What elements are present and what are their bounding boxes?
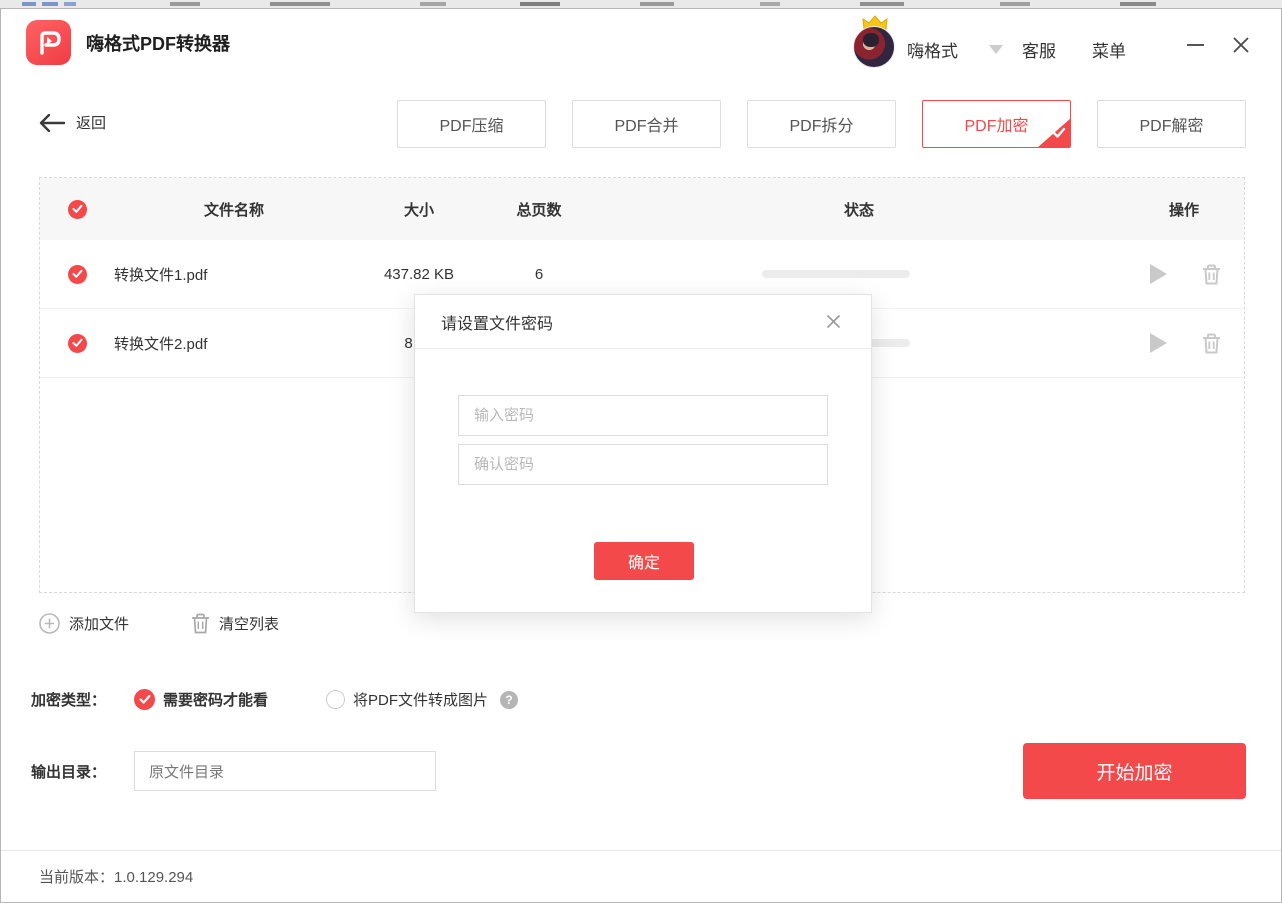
select-all-checkbox[interactable]: [68, 200, 87, 219]
progress-bar: [762, 270, 910, 278]
modal-ok-button[interactable]: 确定: [594, 542, 694, 580]
output-dir-label: 输出目录：: [31, 761, 106, 782]
modal-close-icon: [826, 314, 841, 329]
trash-icon: [191, 613, 210, 634]
row-checkbox[interactable]: [68, 334, 87, 353]
version-text: 当前版本：1.0.129.294: [39, 866, 193, 887]
radio-checked-icon: [134, 689, 155, 710]
option-password-required-label: 需要密码才能看: [163, 689, 268, 710]
file-pages: 6: [484, 266, 594, 283]
radio-unchecked-icon: [326, 690, 345, 709]
delete-button[interactable]: [1202, 264, 1221, 285]
add-file-button[interactable]: 添加文件: [39, 613, 129, 634]
background-window-sliver: [0, 0, 1282, 8]
start-encrypt-button[interactable]: 开始加密: [1023, 743, 1246, 799]
header-size: 大小: [354, 199, 484, 220]
clear-list-button[interactable]: 清空列表: [191, 613, 279, 634]
option-password-required[interactable]: 需要密码才能看: [134, 689, 268, 710]
clear-list-label: 清空列表: [219, 613, 279, 634]
selected-corner-check-icon: [1037, 118, 1071, 148]
menu-link[interactable]: 菜单: [1092, 37, 1126, 62]
encrypt-type-label: 加密类型：: [31, 689, 106, 710]
tab-pdf-compress[interactable]: PDF压缩: [397, 100, 546, 148]
set-password-modal: 请设置文件密码 确定: [414, 294, 872, 613]
header-actions: 操作: [1124, 199, 1244, 220]
app-logo-icon: [26, 20, 71, 65]
play-button[interactable]: [1148, 332, 1168, 354]
file-name: 转换文件2.pdf: [114, 333, 354, 354]
file-size: 437.82 KB: [354, 266, 484, 283]
account-chevron-down-icon[interactable]: [989, 45, 1003, 54]
footer: 当前版本：1.0.129.294: [1, 850, 1281, 902]
option-convert-to-image-label: 将PDF文件转成图片: [353, 689, 488, 710]
password-input[interactable]: [458, 395, 828, 436]
username-label[interactable]: 嗨格式: [907, 37, 958, 62]
header-pages: 总页数: [484, 199, 594, 220]
tab-pdf-merge[interactable]: PDF合并: [572, 100, 721, 148]
minimize-button[interactable]: [1179, 31, 1211, 59]
customer-service-link[interactable]: 客服: [1022, 37, 1056, 62]
user-avatar[interactable]: [853, 22, 897, 66]
tab-pdf-encrypt[interactable]: PDF加密: [922, 100, 1071, 148]
tab-pdf-split[interactable]: PDF拆分: [747, 100, 896, 148]
modal-close-button[interactable]: [821, 310, 845, 334]
back-arrow-icon: [39, 114, 65, 132]
output-dir-select[interactable]: 原文件目录: [134, 751, 436, 791]
modal-title: 请设置文件密码: [441, 310, 553, 334]
help-icon[interactable]: ?: [500, 691, 518, 709]
close-icon: [1232, 36, 1250, 54]
close-button[interactable]: [1225, 31, 1257, 59]
header-status: 状态: [594, 199, 1124, 220]
tab-pdf-decrypt[interactable]: PDF解密: [1097, 100, 1246, 148]
file-name: 转换文件1.pdf: [114, 264, 354, 285]
back-button[interactable]: 返回: [39, 112, 106, 133]
back-label: 返回: [76, 112, 106, 133]
plus-circle-icon: [39, 613, 60, 634]
play-button[interactable]: [1148, 263, 1168, 285]
add-file-label: 添加文件: [69, 613, 129, 634]
row-checkbox[interactable]: [68, 265, 87, 284]
option-convert-to-image[interactable]: 将PDF文件转成图片 ?: [326, 689, 518, 710]
app-window: 嗨格式PDF转换器 嗨格式 客服 菜单 返回 PDF压缩 PDF合并 PDF拆分…: [0, 8, 1282, 903]
delete-button[interactable]: [1202, 333, 1221, 354]
titlebar: 嗨格式PDF转换器 嗨格式 客服 菜单: [1, 9, 1281, 75]
output-dir-value: 原文件目录: [149, 761, 224, 782]
minimize-icon: [1187, 44, 1204, 46]
confirm-password-input[interactable]: [458, 444, 828, 485]
tab-pdf-encrypt-label: PDF加密: [964, 112, 1028, 136]
header-file-name: 文件名称: [114, 199, 354, 220]
table-header-row: 文件名称 大小 总页数 状态 操作: [40, 178, 1244, 240]
app-title: 嗨格式PDF转换器: [86, 30, 230, 56]
avatar-image: [853, 26, 895, 68]
